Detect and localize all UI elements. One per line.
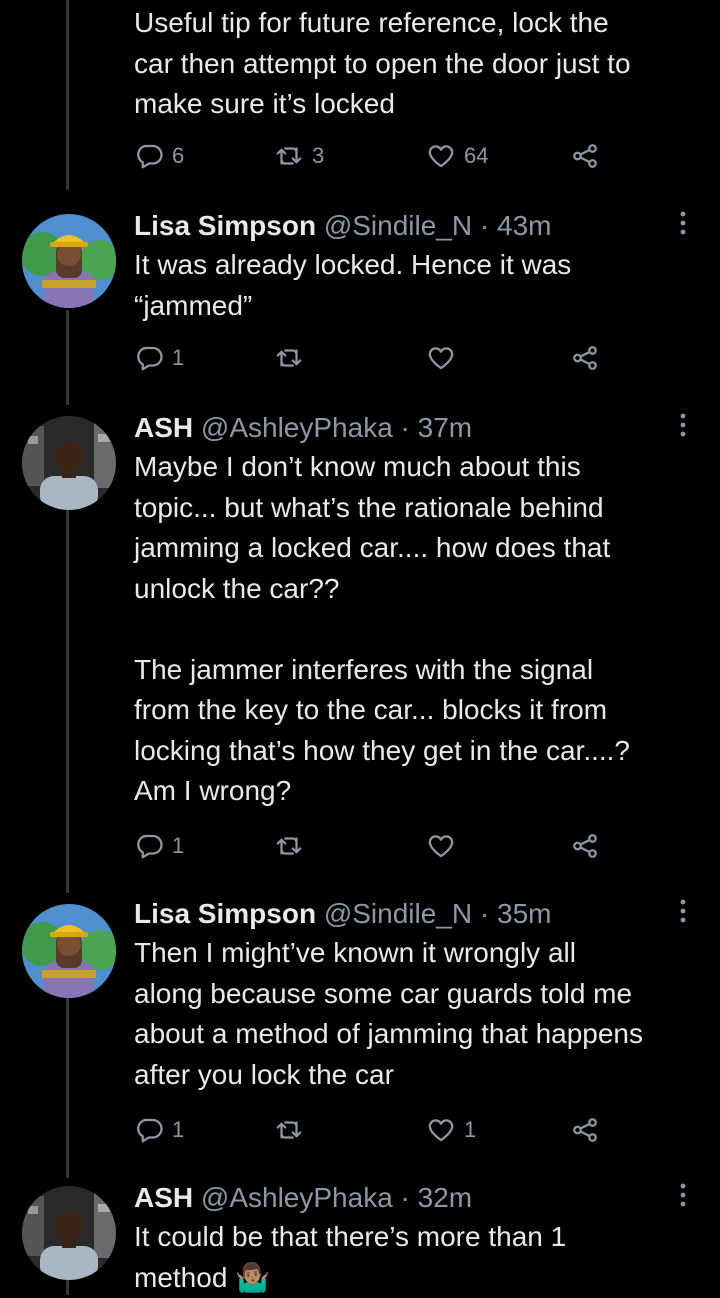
reply-count: 6 (172, 143, 185, 168)
reply-button[interactable]: 6 (134, 138, 184, 174)
more-vertical-icon (679, 210, 687, 241)
separator-dot: · (479, 210, 490, 241)
avatar[interactable] (22, 1186, 116, 1280)
tweet-actions: 6 3 64 (134, 138, 700, 174)
timestamp[interactable]: 43m (497, 210, 551, 241)
retweet-button[interactable]: 3 (274, 138, 324, 174)
avatar[interactable] (22, 214, 116, 308)
tweet-text: Useful tip for future reference, lock th… (134, 7, 631, 119)
display-name[interactable]: ASH (134, 412, 193, 443)
reply-button[interactable]: 1 (134, 340, 184, 376)
share-button[interactable] (570, 828, 600, 864)
like-button[interactable] (426, 340, 456, 376)
retweet-button[interactable] (274, 828, 304, 864)
more-options-button[interactable] (668, 1182, 698, 1212)
share-icon (570, 141, 600, 171)
reply-icon (134, 141, 164, 171)
display-name[interactable]: Lisa Simpson (134, 210, 316, 241)
more-vertical-icon (679, 1182, 687, 1213)
user-handle[interactable]: @AshleyPhaka (201, 412, 393, 443)
heart-icon (426, 141, 456, 171)
retweet-icon (274, 1115, 304, 1145)
avatar[interactable] (22, 904, 116, 998)
separator-dot: · (400, 412, 410, 443)
like-button[interactable]: 64 (426, 138, 488, 174)
more-options-button[interactable] (668, 898, 698, 928)
share-icon (570, 343, 600, 373)
tweet-header: Lisa Simpson @Sindile_N · 35m (134, 896, 698, 932)
more-options-button[interactable] (668, 412, 698, 442)
reply-icon (134, 1115, 164, 1145)
tweet[interactable]: ASH @AshleyPhaka · 32m It could be that … (0, 1172, 720, 1295)
retweet-icon (274, 831, 304, 861)
tweet-actions: 1 1 (134, 1112, 700, 1148)
share-button[interactable] (570, 340, 600, 376)
share-button[interactable] (570, 1112, 600, 1148)
retweet-count: 3 (312, 143, 325, 168)
retweet-icon (274, 343, 304, 373)
tweet-text: Then I might’ve known it wrongly all alo… (134, 937, 644, 1090)
tweet-header: Lisa Simpson @Sindile_N · 43m (134, 208, 698, 244)
reply-count: 1 (172, 833, 185, 858)
display-name[interactable]: ASH (134, 1182, 193, 1213)
share-button[interactable] (570, 138, 600, 174)
tweet-text: It could be that there’s more than 1 met… (134, 1221, 567, 1293)
tweet[interactable]: Useful tip for future reference, lock th… (0, 0, 720, 190)
tweet-header: ASH @AshleyPhaka · 37m (134, 410, 698, 446)
tweet-actions: 1 (134, 828, 700, 864)
reply-button[interactable]: 1 (134, 1112, 184, 1148)
like-button[interactable] (426, 828, 456, 864)
heart-icon (426, 343, 456, 373)
timestamp[interactable]: 32m (418, 1182, 472, 1213)
like-count: 64 (464, 143, 489, 168)
tweet-header: ASH @AshleyPhaka · 32m (134, 1180, 698, 1216)
avatar[interactable] (22, 416, 116, 510)
reply-button[interactable]: 1 (134, 828, 184, 864)
reply-icon (134, 831, 164, 861)
retweet-button[interactable] (274, 1112, 304, 1148)
more-options-button[interactable] (668, 210, 698, 240)
user-handle[interactable]: @AshleyPhaka (201, 1182, 393, 1213)
display-name[interactable]: Lisa Simpson (134, 898, 316, 929)
timestamp[interactable]: 37m (418, 412, 472, 443)
tweet-text: Maybe I don’t know much about this topic… (134, 451, 631, 806)
like-count: 1 (464, 1117, 477, 1142)
tweet-actions: 1 (134, 340, 700, 376)
reply-count: 1 (172, 1117, 185, 1142)
reply-count: 1 (172, 345, 185, 370)
retweet-button[interactable] (274, 340, 304, 376)
more-vertical-icon (679, 412, 687, 443)
share-icon (570, 831, 600, 861)
heart-icon (426, 831, 456, 861)
user-handle[interactable]: @Sindile_N (324, 898, 472, 929)
separator-dot: · (479, 898, 490, 929)
tweet[interactable]: ASH @AshleyPhaka · 37m Maybe I don’t kno… (0, 402, 720, 892)
tweet-text: It was already locked. Hence it was “jam… (134, 249, 572, 321)
tweet[interactable]: Lisa Simpson @Sindile_N · 43m It was alr… (0, 200, 720, 400)
share-icon (570, 1115, 600, 1145)
retweet-icon (274, 141, 304, 171)
user-handle[interactable]: @Sindile_N (324, 210, 472, 241)
timestamp[interactable]: 35m (497, 898, 551, 929)
separator-dot: · (400, 1182, 410, 1213)
more-vertical-icon (679, 898, 687, 929)
heart-icon (426, 1115, 456, 1145)
tweet[interactable]: Lisa Simpson @Sindile_N · 35m Then I mig… (0, 890, 720, 1175)
like-button[interactable]: 1 (426, 1112, 476, 1148)
reply-icon (134, 343, 164, 373)
